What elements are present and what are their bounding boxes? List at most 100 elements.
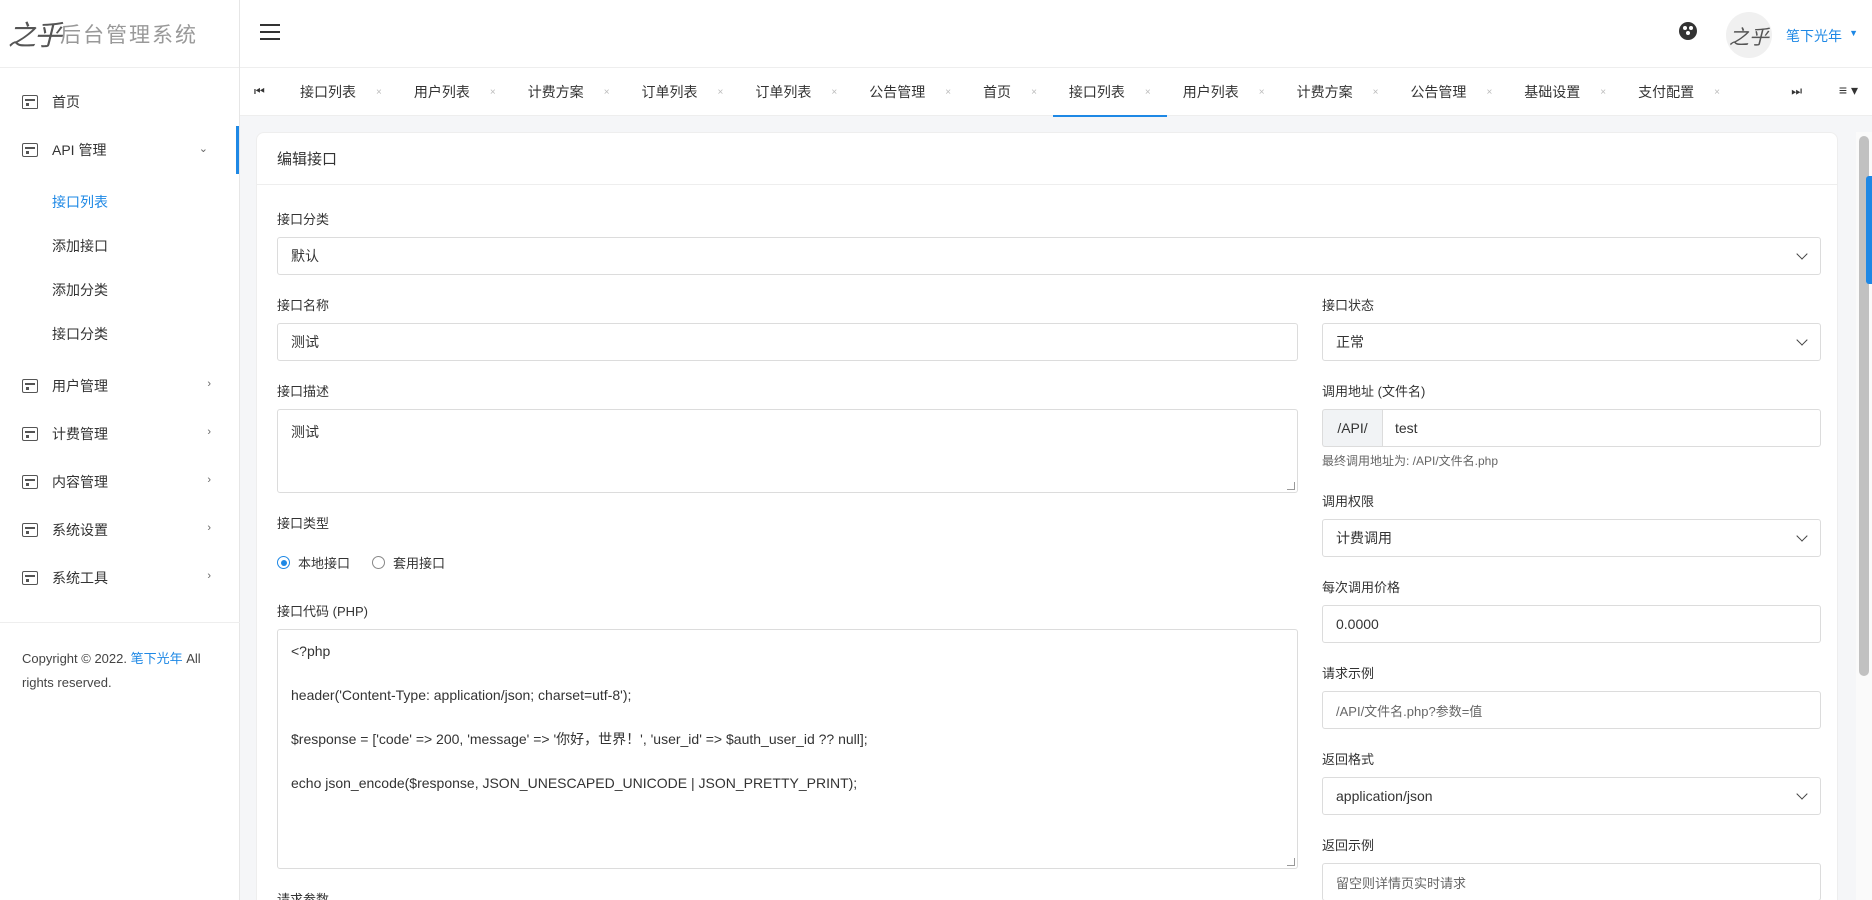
tab-menu-icon[interactable]: ≡ ▾	[1839, 82, 1858, 99]
perm-select[interactable]: 计费调用	[1322, 519, 1821, 557]
sidebar-subitem-add-api[interactable]: 添加接口	[0, 224, 239, 268]
tab-item[interactable]: 支付配置 ×	[1622, 68, 1736, 116]
tab-item[interactable]: 基础设置 ×	[1508, 68, 1622, 116]
home-icon	[22, 95, 38, 109]
url-input[interactable]: test	[1382, 409, 1821, 447]
sidebar-item-content[interactable]: 内容管理 ›	[0, 458, 239, 506]
tab-item[interactable]: 公告管理 ×	[1394, 68, 1508, 116]
close-icon[interactable]: ×	[1600, 87, 1606, 98]
status-label: 接口状态	[1322, 298, 1375, 313]
caret-down-icon[interactable]: ▼	[1849, 28, 1858, 38]
close-icon[interactable]: ×	[945, 87, 951, 98]
tab-item[interactable]: 首页 ×	[967, 68, 1053, 116]
tab-scroll-last-icon[interactable]: ⏭	[1791, 84, 1802, 99]
close-icon[interactable]: ×	[1145, 87, 1151, 98]
name-input[interactable]: 测试	[277, 323, 1298, 361]
brand[interactable]: 之乎 后台管理系统	[0, 0, 239, 68]
tab-item[interactable]: 用户列表 ×	[398, 68, 512, 116]
chevron-down-icon	[1796, 334, 1808, 346]
radio-wrap-label[interactable]: 套用接口	[393, 553, 445, 572]
code-line: header('Content-Type: application/json; …	[291, 687, 632, 703]
close-icon[interactable]: ×	[1373, 87, 1379, 98]
calendar-icon	[22, 143, 38, 157]
tab-label: 公告管理	[869, 84, 926, 100]
chevron-down-icon	[1796, 530, 1808, 542]
copyright-link[interactable]: 笔下光年	[131, 651, 183, 666]
close-icon[interactable]: ×	[490, 87, 496, 98]
sidebar-item-label: 系统设置	[52, 522, 108, 538]
close-icon[interactable]: ×	[1714, 87, 1720, 98]
tab-label: 接口列表	[1068, 84, 1125, 100]
params-label: 请求参数	[277, 892, 330, 900]
calendar-icon	[22, 475, 38, 489]
tab-item[interactable]: 接口列表 ×	[284, 68, 398, 116]
price-input[interactable]: 0.0000	[1322, 605, 1821, 643]
chevron-right-icon: ›	[207, 474, 211, 486]
tab-label: 支付配置	[1638, 84, 1695, 100]
tab-item[interactable]: 用户列表 ×	[1167, 68, 1281, 116]
card-title: 编辑接口	[257, 133, 1837, 185]
tab-scroll-first-icon[interactable]: ⏮	[254, 84, 265, 99]
perm-value: 计费调用	[1336, 530, 1392, 546]
sidebar-item-settings[interactable]: 系统设置 ›	[0, 506, 239, 554]
sidebar-subitem-api-category[interactable]: 接口分类	[0, 312, 239, 356]
format-select[interactable]: application/json	[1322, 777, 1821, 815]
close-icon[interactable]: ×	[604, 87, 610, 98]
close-icon[interactable]: ×	[1031, 87, 1037, 98]
radio-local-label[interactable]: 本地接口	[298, 553, 350, 572]
tab-item[interactable]: 公告管理 ×	[853, 68, 967, 116]
username-dropdown[interactable]: 笔下光年	[1786, 26, 1842, 46]
palette-icon[interactable]	[1679, 22, 1697, 40]
url-label: 调用地址 (文件名)	[1322, 384, 1426, 399]
edit-api-card: 编辑接口 接口分类 默认 接口名称 测试 接口描述 测试 接口类型 本地接口 套…	[256, 132, 1838, 900]
url-input-group: /API/ test	[1322, 409, 1821, 447]
code-line: <?php	[291, 643, 331, 659]
sidebar-item-label: API 管理	[52, 142, 107, 158]
tab-label: 公告管理	[1410, 84, 1467, 100]
avatar[interactable]: 之乎	[1726, 12, 1772, 58]
menu-toggle-icon[interactable]	[260, 24, 280, 40]
radio-local[interactable]	[277, 556, 290, 569]
desc-textarea[interactable]: 测试	[277, 409, 1298, 493]
chevron-right-icon: ›	[207, 522, 211, 534]
tab-label: 订单列表	[641, 84, 698, 100]
tab-item[interactable]: 订单列表 ×	[626, 68, 740, 116]
radio-wrap[interactable]	[372, 556, 386, 569]
return-textarea[interactable]: 留空则详情页实时请求	[1322, 863, 1821, 900]
tab-label: 基础设置	[1524, 84, 1581, 100]
tab-label: 首页	[983, 84, 1012, 100]
sidebar-subitem-add-category[interactable]: 添加分类	[0, 268, 239, 312]
resize-handle-icon[interactable]	[1287, 482, 1295, 490]
tab-item[interactable]: 计费方案 ×	[1281, 68, 1395, 116]
return-placeholder: 留空则详情页实时请求	[1336, 875, 1467, 891]
chevron-down-icon: ⌄	[198, 143, 208, 155]
status-select[interactable]: 正常	[1322, 323, 1821, 361]
tab-item[interactable]: 接口列表 ×	[1052, 68, 1167, 117]
code-editor[interactable]: <?php header('Content-Type: application/…	[277, 629, 1298, 869]
close-icon[interactable]: ×	[718, 87, 724, 98]
sidebar-item-label: 首页	[52, 94, 80, 110]
tab-bar: ⏮ 接口列表 × 用户列表 × 计费方案 × 订单列表 × 订单列表 × 公告管理 × 首页 × 接口列表 ×…	[240, 68, 1872, 117]
category-select[interactable]: 默认	[277, 237, 1821, 275]
url-prefix: /API/	[1322, 409, 1382, 447]
sidebar-item-api[interactable]: API 管理 ⌄	[0, 126, 239, 174]
tab-item[interactable]: 订单列表 ×	[739, 68, 853, 116]
resize-handle-icon[interactable]	[1287, 858, 1295, 866]
close-icon[interactable]: ×	[1486, 87, 1492, 98]
side-panel-handle[interactable]	[1866, 176, 1872, 284]
chevron-right-icon: ›	[207, 570, 211, 582]
sidebar-item-users[interactable]: 用户管理 ›	[0, 362, 239, 410]
sidebar-item-billing[interactable]: 计费管理 ›	[0, 410, 239, 458]
tab-label: 计费方案	[527, 84, 584, 100]
close-icon[interactable]: ×	[831, 87, 837, 98]
tab-item[interactable]: 计费方案 ×	[512, 68, 626, 116]
sidebar-item-tools[interactable]: 系统工具 ›	[0, 554, 239, 602]
format-value: application/json	[1336, 788, 1433, 804]
sidebar-item-home[interactable]: 首页	[0, 78, 239, 126]
example-label: 请求示例	[1322, 666, 1375, 681]
close-icon[interactable]: ×	[1259, 87, 1265, 98]
example-input[interactable]: /API/文件名.php?参数=值	[1322, 691, 1821, 729]
sidebar-subitem-api-list[interactable]: 接口列表	[0, 180, 239, 224]
sidebar-item-label: 用户管理	[52, 378, 108, 394]
close-icon[interactable]: ×	[376, 87, 382, 98]
